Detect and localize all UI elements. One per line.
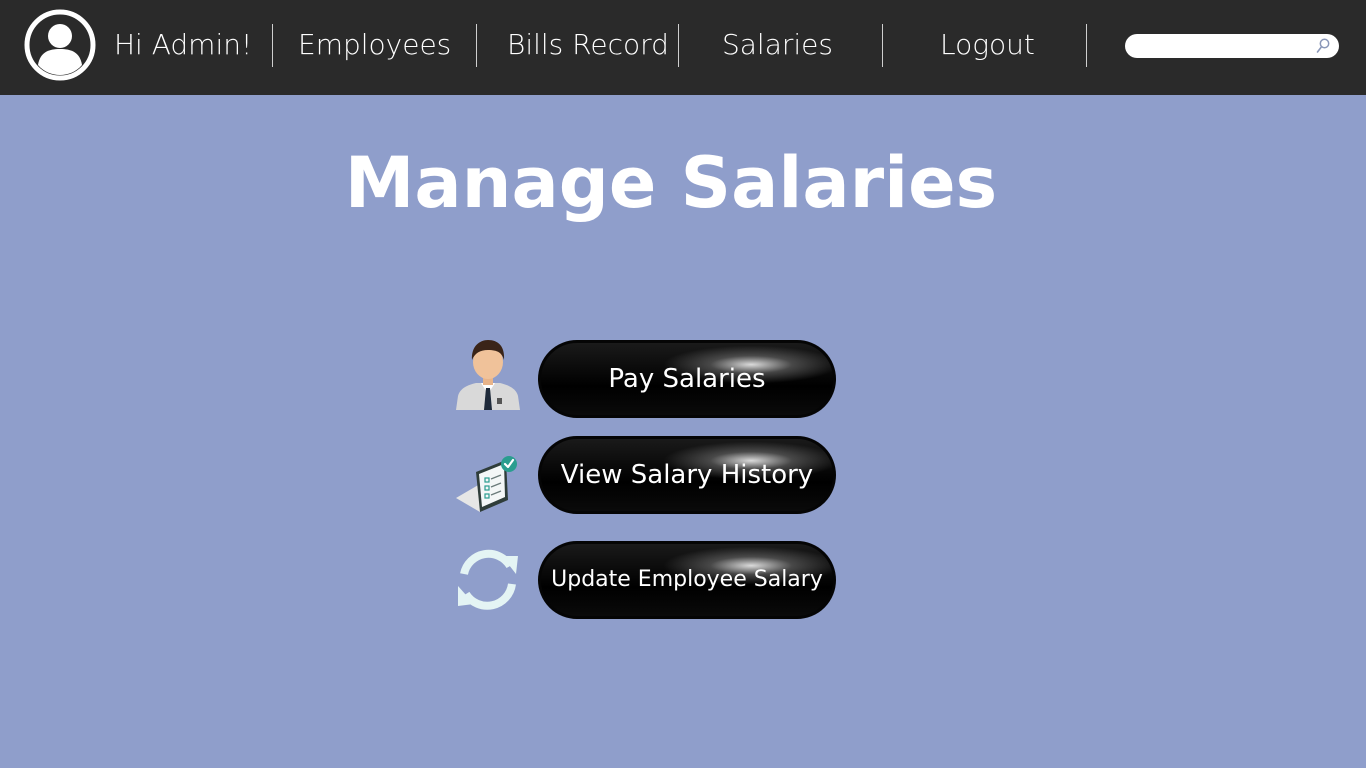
user-avatar-icon[interactable]: [24, 9, 96, 81]
refresh-icon: [458, 549, 518, 610]
view-salary-history-button[interactable]: View Salary History: [538, 436, 836, 514]
nav-separator: [272, 24, 273, 67]
update-employee-salary-button[interactable]: Update Employee Salary: [538, 541, 836, 619]
top-navbar: Hi Admin! Employees Bills Record Salarie…: [0, 0, 1366, 95]
greeting-text: Hi Admin!: [114, 28, 253, 61]
search-input[interactable]: [1135, 36, 1315, 56]
pay-salaries-button[interactable]: Pay Salaries: [538, 340, 836, 418]
nav-employees[interactable]: Employees: [298, 0, 451, 90]
nav-separator: [678, 24, 679, 67]
nav-bills-record[interactable]: Bills Record: [507, 0, 669, 90]
nav-separator: [476, 24, 477, 67]
nav-salaries[interactable]: Salaries: [722, 0, 833, 90]
nav-logout[interactable]: Logout: [940, 0, 1035, 90]
search-icon[interactable]: [1315, 37, 1331, 55]
page-title: Manage Salaries: [344, 142, 998, 224]
search-box: [1125, 34, 1339, 58]
checklist-icon: [456, 456, 517, 512]
employee-icon: [456, 340, 520, 410]
nav-separator: [1086, 24, 1087, 67]
nav-separator: [882, 24, 883, 67]
